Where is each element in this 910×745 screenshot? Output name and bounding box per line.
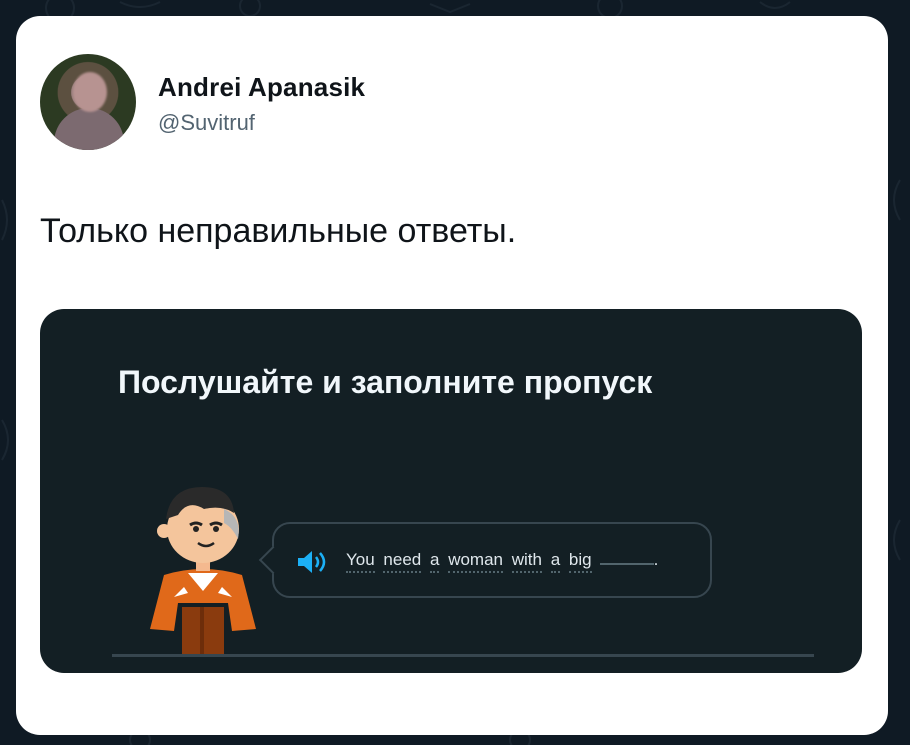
speech-bubble-tail (258, 545, 288, 575)
sentence-word[interactable]: need (383, 550, 422, 573)
exercise-title: Послушайте и заполните пропуск (118, 364, 653, 400)
author-handle[interactable]: @Suvitruf (158, 110, 255, 136)
sentence: You need a woman with a big. (346, 550, 659, 573)
sentence-word[interactable]: a (550, 550, 561, 573)
sentence-word[interactable]: You (346, 550, 375, 573)
sentence-word[interactable]: woman (448, 550, 503, 573)
sentence-word[interactable]: with (511, 550, 542, 573)
answer-blank (599, 562, 654, 565)
tweet-text: Только неправильные ответы. (40, 212, 517, 250)
speech-bubble: You need a woman with a big. (258, 522, 712, 598)
tweet-card: Andrei Apanasik @Suvitruf Только неправи… (16, 16, 888, 735)
sentence-punctuation: . (653, 550, 659, 569)
author-name[interactable]: Andrei Apanasik (158, 72, 365, 103)
avatar[interactable] (40, 54, 136, 150)
avatar-blurred-face (73, 72, 107, 112)
avatar-body (54, 108, 124, 150)
character-illustration (150, 487, 256, 657)
sentence-word[interactable]: a (429, 550, 440, 573)
speaker-icon[interactable] (296, 549, 326, 575)
sentence-word[interactable]: big (568, 550, 592, 573)
tweet-media-image[interactable]: Послушайте и заполните пропуск You need … (40, 309, 862, 673)
ground-line (112, 654, 814, 657)
